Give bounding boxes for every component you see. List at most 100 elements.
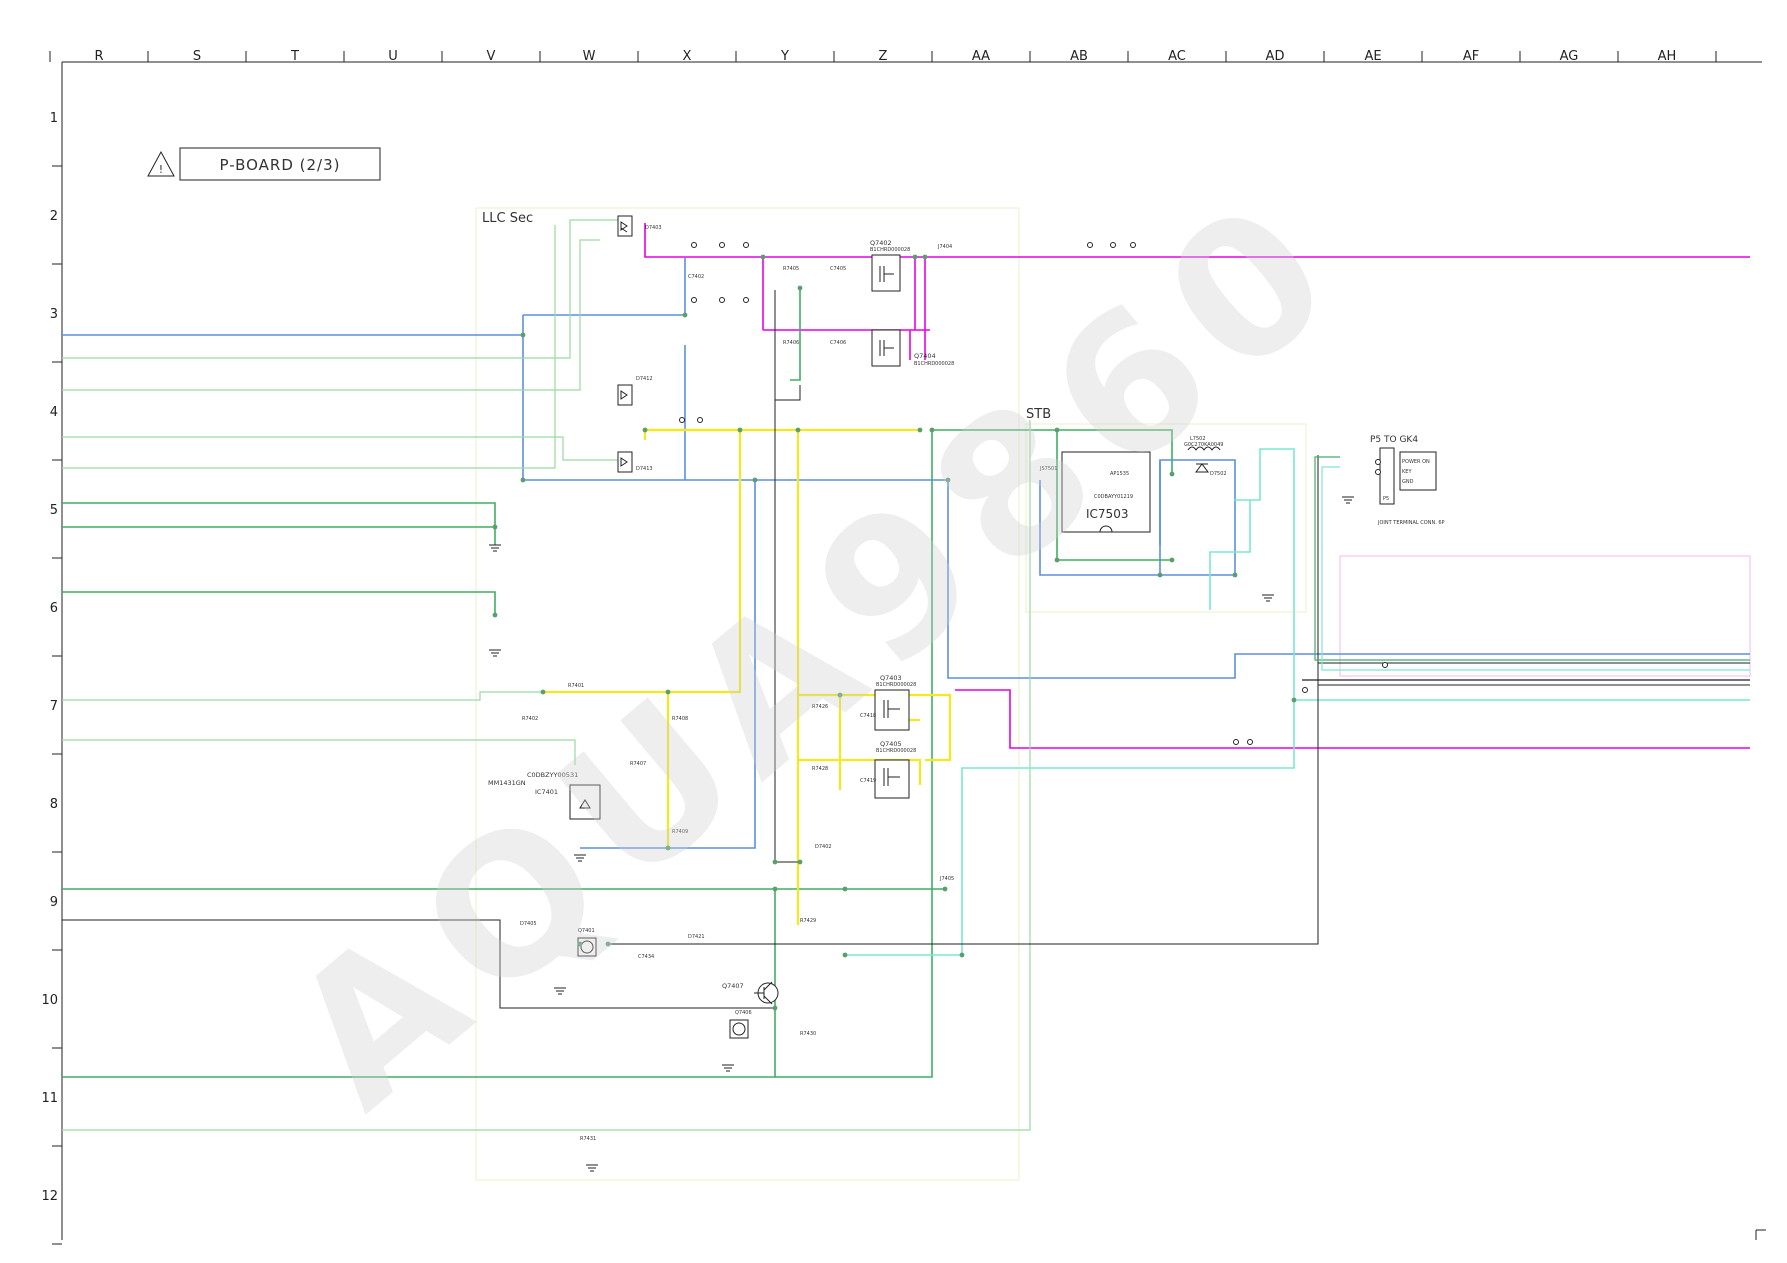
junction-dot	[1157, 572, 1163, 578]
row-label-9: 9	[50, 895, 58, 910]
ground-icon	[722, 1064, 734, 1072]
svg-text:KEY: KEY	[1402, 469, 1412, 475]
column-label-ab: AB	[1070, 49, 1088, 64]
junction-dot	[752, 477, 758, 483]
junction-dot	[520, 332, 526, 338]
column-label-v: V	[487, 49, 496, 64]
watermark: AQUA9860	[252, 150, 1384, 1150]
test-point-icon	[1375, 469, 1381, 475]
svg-text:R7430: R7430	[800, 1031, 816, 1037]
column-label-ac: AC	[1168, 49, 1186, 64]
svg-text:J7404: J7404	[937, 244, 952, 250]
column-label-x: X	[683, 49, 692, 64]
row-label-4: 4	[50, 405, 58, 420]
row-label-3: 3	[50, 307, 58, 322]
junction-dot	[795, 427, 801, 433]
row-label-10: 10	[41, 993, 58, 1008]
test-point-icon	[743, 242, 749, 248]
test-point-icon	[691, 242, 697, 248]
svg-text:D7403: D7403	[645, 225, 662, 231]
svg-text:Q7402: Q7402	[870, 239, 892, 247]
q7406: Q7406	[729, 1010, 752, 1039]
junction-dot	[922, 254, 928, 260]
row-label-12: 12	[41, 1189, 58, 1204]
row-label-2: 2	[50, 209, 58, 224]
svg-text:GND: GND	[1402, 479, 1414, 485]
svg-text:R7401: R7401	[568, 683, 584, 689]
row-header: 123456789101112	[41, 111, 62, 1245]
svg-text:C7434: C7434	[638, 954, 654, 960]
svg-text:R7429: R7429	[800, 918, 816, 924]
test-point-icon	[719, 242, 725, 248]
junction-dot	[772, 886, 778, 892]
d7413: D7413	[617, 451, 653, 473]
junction-dot	[492, 524, 498, 530]
test-point-icon	[691, 297, 697, 303]
row-label-6: 6	[50, 601, 58, 616]
p5-connector: POWER ON KEY GND P5 JOINT TERMINAL CONN.…	[1377, 447, 1445, 526]
q7402: Q7402 B1CHRD000028	[870, 239, 910, 292]
ground-icon	[1342, 496, 1354, 504]
junction-dot	[797, 285, 803, 291]
llc-block-label: LLC Sec	[482, 211, 533, 226]
test-point-icon	[1247, 739, 1253, 745]
column-label-af: AF	[1463, 49, 1479, 64]
column-label-ae: AE	[1364, 49, 1381, 64]
q7405: Q7405 B1CHRD000028	[874, 740, 916, 799]
test-point-icon	[1233, 739, 1239, 745]
svg-text:Q7404: Q7404	[914, 352, 936, 360]
junction-dot	[1291, 697, 1297, 703]
svg-text:R7406: R7406	[783, 340, 799, 346]
test-point-icon	[679, 417, 685, 423]
junction-dot	[492, 612, 498, 618]
junction-dot	[959, 952, 965, 958]
svg-text:D7402: D7402	[815, 844, 832, 850]
svg-text:C7419: C7419	[860, 778, 876, 784]
svg-text:D7413: D7413	[636, 466, 653, 472]
junction-dot	[912, 254, 918, 260]
svg-text:B1CHRD000028: B1CHRD000028	[870, 247, 910, 253]
row-label-11: 11	[41, 1091, 58, 1106]
column-label-u: U	[388, 49, 398, 64]
svg-text:C7406: C7406	[830, 340, 846, 346]
test-point-icon	[1382, 662, 1388, 668]
svg-text:J7405: J7405	[939, 876, 954, 882]
junction-dot	[1169, 557, 1175, 563]
row-label-7: 7	[50, 699, 58, 714]
d7412: D7412	[617, 376, 653, 406]
junction-dot	[772, 1005, 778, 1011]
junction-dot	[942, 886, 948, 892]
svg-text:R7431: R7431	[580, 1136, 596, 1142]
svg-text:POWER ON: POWER ON	[1402, 459, 1430, 465]
svg-text:P5: P5	[1383, 496, 1389, 502]
svg-text:JOINT TERMINAL CONN. 6P: JOINT TERMINAL CONN. 6P	[1377, 520, 1445, 526]
svg-text:R7402: R7402	[522, 716, 538, 722]
junction-dot	[760, 254, 766, 260]
column-label-r: R	[94, 49, 103, 64]
svg-text:B1CHRD000028: B1CHRD000028	[914, 361, 954, 367]
schematic-sheet: R S T U V W X Y Z AA AB AC AD AE AF AG AH 12345678910111…	[41, 49, 1766, 1245]
test-point-icon	[1375, 459, 1381, 465]
d7403: D7403	[617, 215, 662, 237]
svg-text:Q7405: Q7405	[880, 740, 902, 748]
column-label-z: Z	[879, 49, 888, 64]
column-label-t: T	[290, 49, 299, 64]
svg-text:D7502: D7502	[1210, 471, 1227, 477]
ground-icon	[1262, 594, 1274, 602]
p5-block-label: P5 TO GK4	[1370, 435, 1418, 445]
column-label-aa: AA	[972, 49, 990, 64]
test-point-icon	[1087, 242, 1093, 248]
row-label-8: 8	[50, 797, 58, 812]
junction-dot	[842, 886, 848, 892]
test-point-icon	[1110, 242, 1116, 248]
row-label-1: 1	[50, 111, 58, 126]
svg-text:C7405: C7405	[830, 266, 846, 272]
ground-icon	[489, 544, 501, 552]
junction-dot	[540, 689, 546, 695]
junction-dot	[842, 952, 848, 958]
column-label-y: Y	[780, 49, 789, 64]
junction-dot	[797, 859, 803, 865]
svg-text:Q7406: Q7406	[735, 1010, 752, 1016]
junction-dot	[1232, 572, 1238, 578]
test-point-icon	[1302, 687, 1308, 693]
